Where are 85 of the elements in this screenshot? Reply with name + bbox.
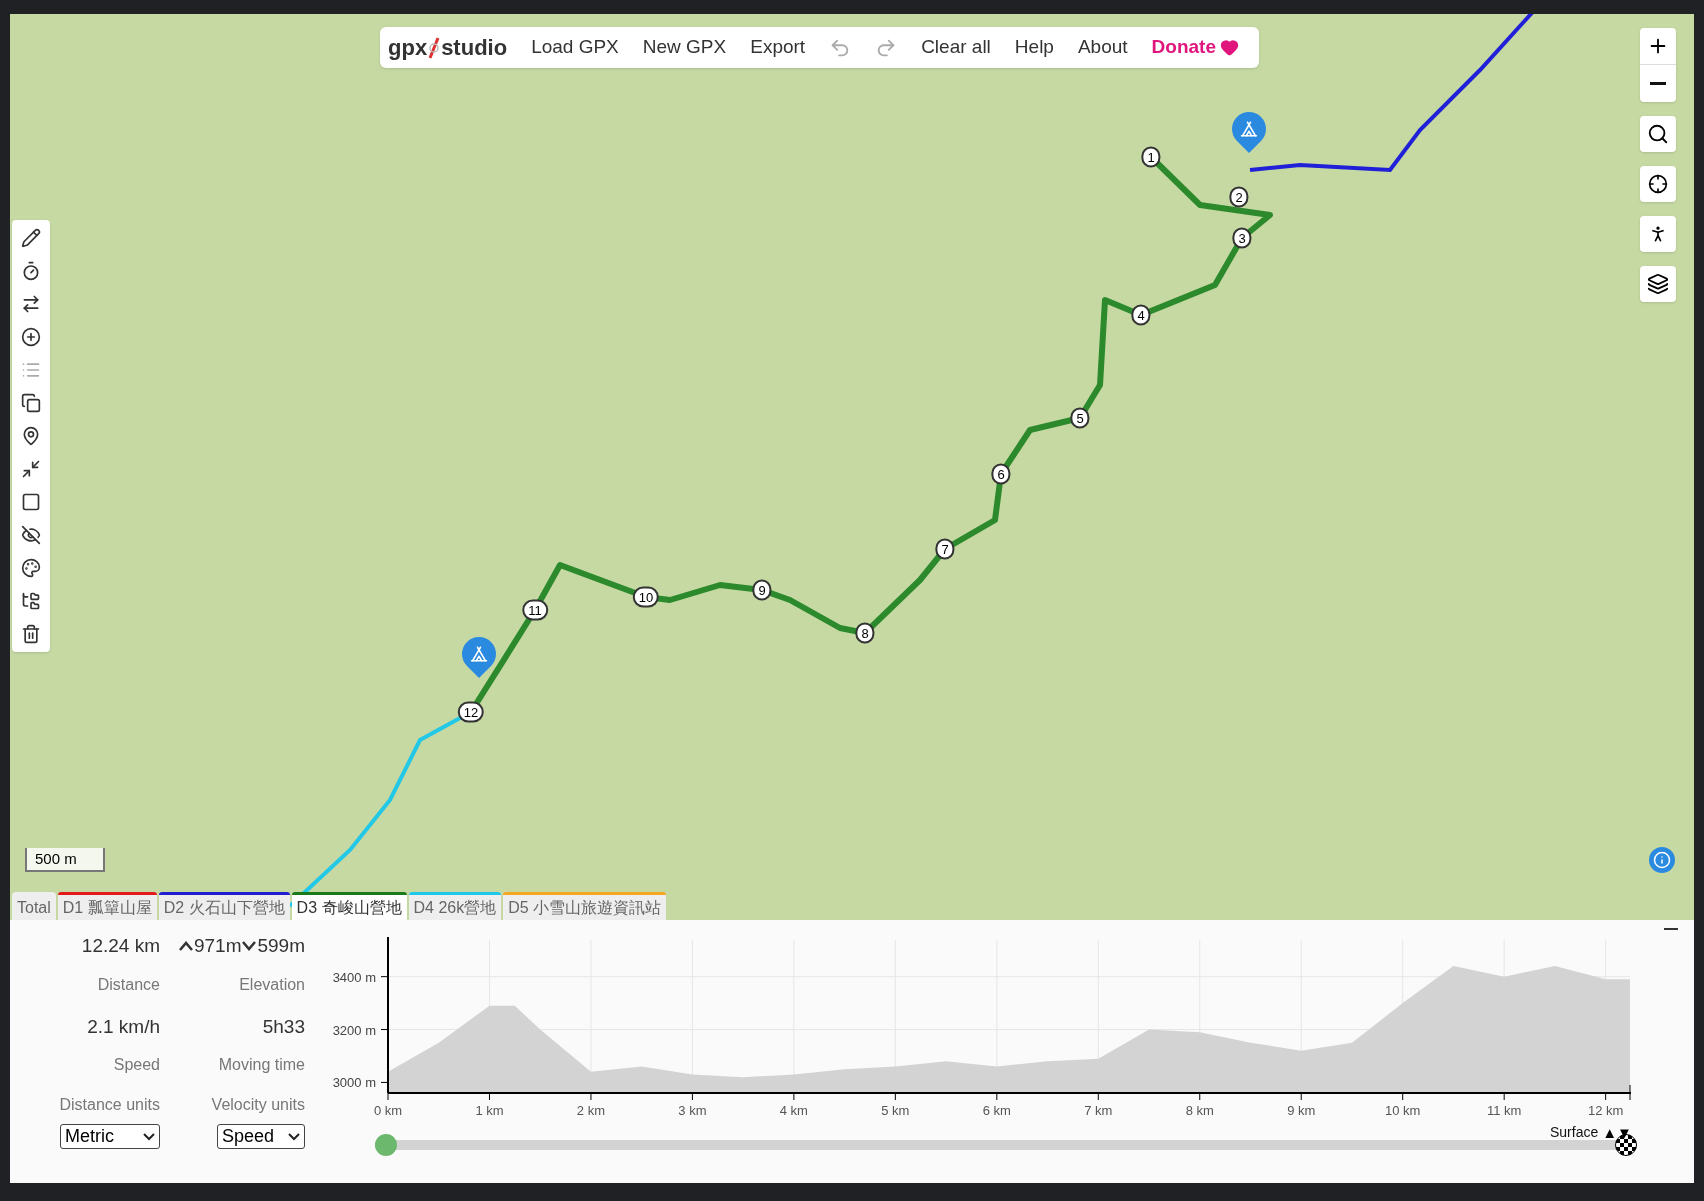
search-icon [1647, 123, 1669, 145]
menu-item[interactable]: About [1065, 29, 1140, 66]
waypoint-marker[interactable]: 4 [1131, 304, 1151, 326]
stat-value: 2.1 km/h [87, 1014, 160, 1039]
stopwatch-icon[interactable] [21, 261, 41, 281]
stat-value: 971m [193, 934, 242, 958]
x-tick-label: 3 km [678, 1103, 707, 1118]
chevron-down-icon [143, 1132, 155, 1141]
x-tick-label: 8 km [1185, 1103, 1214, 1118]
waypoint-marker[interactable]: 7 [935, 538, 955, 560]
stat-label: Distance [97, 974, 160, 995]
x-tick-label: 6 km [982, 1103, 1011, 1118]
menu-item[interactable]: Export [738, 29, 818, 66]
waypoint-marker[interactable]: 9 [752, 579, 772, 601]
x-tick-label: 1 km [475, 1103, 504, 1118]
map-view[interactable]: 1 2 3 4 5 6 7 11 10 9 8 12 gpx studio Load GPX New GPX Export Clear all Help About Donate 500 m Total D1 瓢簞山屋 D2 火石山下營地 D3 奇峻山營地 D4 26k營地 D5 小雪山旅遊資訊站 [10, 14, 1694, 920]
stat-label: Elevation [239, 974, 305, 995]
x-tick-label: 12 km [1587, 1103, 1624, 1118]
copy-icon[interactable] [21, 393, 41, 413]
crosshair-icon [1648, 174, 1668, 194]
unit-select[interactable]: Metric [60, 1124, 160, 1149]
minus-icon [1650, 82, 1666, 85]
chevron-down-icon [288, 1132, 300, 1141]
x-tick-label: 10 km [1385, 1103, 1421, 1118]
waypoint-marker[interactable]: 11 [522, 599, 548, 621]
street-view-button[interactable] [1640, 216, 1676, 252]
x-tick-label: 0 km [373, 1103, 403, 1118]
folder-tree-icon[interactable] [21, 591, 41, 611]
logo-text: studio [441, 34, 508, 62]
waypoint-marker[interactable]: 2 [1229, 186, 1249, 208]
pencil-icon[interactable] [21, 228, 41, 248]
palette-icon[interactable] [21, 558, 41, 578]
stat-label: Moving time [218, 1055, 305, 1075]
plus-circle-icon[interactable] [21, 327, 41, 347]
locate-button[interactable] [1640, 166, 1676, 202]
stat-value: 5h33 [262, 1014, 305, 1039]
menu-item[interactable]: New GPX [630, 29, 739, 66]
waypoint-marker[interactable]: 8 [855, 622, 875, 644]
x-tick-label: 9 km [1287, 1103, 1316, 1118]
logo-text: gpx [388, 34, 428, 62]
scale-bar: 500 m [25, 848, 105, 872]
x-tick-label: 5 km [881, 1103, 910, 1118]
stat-value: 599m [257, 934, 305, 958]
eye-off-icon[interactable] [21, 525, 41, 545]
chevron-down-icon [241, 940, 258, 953]
unit-select[interactable]: Speed [217, 1124, 305, 1149]
map-pin-icon[interactable] [21, 426, 41, 446]
search-button[interactable] [1640, 116, 1676, 152]
waypoint-marker[interactable]: 12 [457, 701, 485, 723]
y-tick-label: 3200 m [332, 1022, 376, 1038]
track-tab[interactable]: Total [12, 892, 56, 920]
app-logo[interactable]: gpx studio [388, 31, 508, 64]
donate-button[interactable]: Donate [1139, 29, 1251, 66]
menu-item[interactable]: Help [1002, 29, 1066, 66]
unit-label: Velocity units [210, 1095, 305, 1115]
swap-arrows-icon[interactable] [21, 294, 41, 314]
info-icon[interactable] [1649, 847, 1675, 873]
stat-label: Speed [113, 1055, 160, 1075]
layers-button[interactable] [1640, 266, 1676, 302]
minus-icon [1664, 928, 1678, 930]
heart-icon [1220, 38, 1239, 57]
waypoint-marker[interactable]: 6 [991, 463, 1011, 485]
trash-icon[interactable] [21, 624, 41, 644]
x-tick-label: 11 km [1486, 1103, 1522, 1118]
square-icon[interactable] [21, 492, 41, 512]
waypoint-marker[interactable]: 1 [1141, 146, 1161, 168]
waypoint-marker[interactable]: 5 [1070, 407, 1090, 429]
unit-label: Distance units [58, 1095, 160, 1115]
waypoint-marker[interactable]: 10 [632, 586, 660, 608]
menu-item[interactable]: Load GPX [519, 29, 631, 66]
waypoint-marker[interactable]: 3 [1232, 227, 1252, 249]
pen-icon [427, 35, 442, 60]
slider-start-handle[interactable] [375, 1134, 397, 1156]
shrink-arrows-icon[interactable] [21, 459, 41, 479]
y-tick-label: 3400 m [332, 969, 376, 985]
x-tick-label: 2 km [576, 1103, 606, 1118]
menu-item[interactable]: Clear all [909, 29, 1003, 66]
chevron-up-icon [177, 940, 194, 953]
stat-value: 12.24 km [81, 934, 160, 958]
x-tick-label: 4 km [779, 1103, 808, 1118]
y-tick-label: 3000 m [332, 1075, 376, 1091]
layers-icon [1647, 273, 1669, 295]
surface-label: Surface [1550, 1123, 1599, 1142]
x-tick-label: 7 km [1084, 1103, 1113, 1118]
sort-arrows[interactable]: ▲▼ [1602, 1125, 1632, 1140]
